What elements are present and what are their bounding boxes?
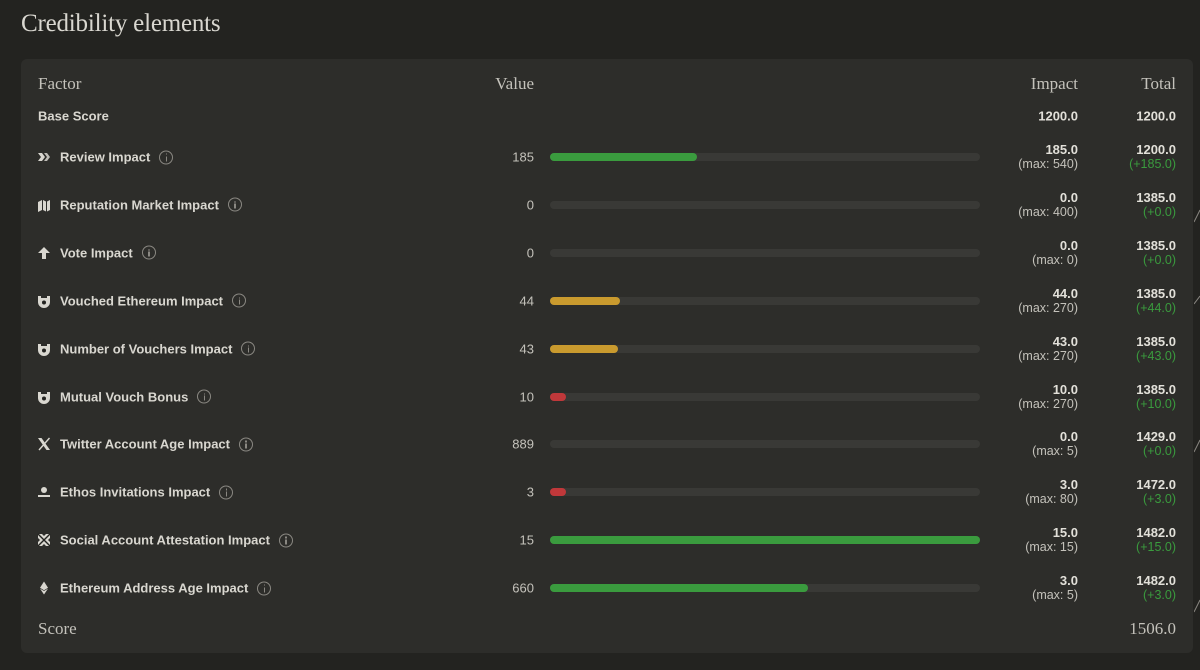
factor-label: Vote Impact: [60, 245, 156, 260]
info-icon[interactable]: [227, 197, 242, 212]
factor-value: 3: [526, 484, 534, 500]
scroll-edge-marks: [1194, 209, 1200, 613]
score-value: 1506.0: [1129, 619, 1176, 638]
x-logo-icon: [37, 437, 51, 451]
header-impact: Impact: [1030, 74, 1078, 93]
factor-total: 1385.0 (+10.0): [1136, 381, 1176, 411]
base-score-label: Base Score: [38, 108, 109, 124]
factor-row-ethos-invitations-impact: Ethos Invitations Impact 3 3.0 (max: 80) 147…: [0, 472, 1200, 512]
factor-total: 1385.0 (+0.0): [1136, 189, 1176, 219]
header-value: Value: [495, 74, 534, 93]
factor-impact: 44.0 (max: 270): [1018, 285, 1078, 315]
info-icon[interactable]: [257, 581, 272, 596]
base-score-row: Base Score 1200.0 1200.0: [0, 96, 1200, 136]
header-total: Total: [1141, 74, 1176, 93]
factor-total: 1472.0 (+3.0): [1136, 477, 1176, 507]
factor-total: 1429.0 (+0.0): [1136, 429, 1176, 459]
progress-fill: [550, 536, 980, 545]
page-title: Credibility elements: [21, 10, 221, 37]
factor-label: Mutual Vouch Bonus: [60, 389, 212, 404]
info-icon[interactable]: [159, 150, 174, 164]
factor-impact: 3.0 (max: 80): [1025, 477, 1078, 507]
factor-value: 889: [512, 436, 534, 452]
progress-fill: [550, 584, 808, 593]
factor-label: Vouched Ethereum Impact: [60, 293, 247, 308]
factor-total: 1482.0 (+3.0): [1136, 573, 1176, 603]
base-score-total: 1200.0: [1136, 108, 1176, 124]
factor-total: 1482.0 (+15.0): [1136, 525, 1176, 555]
factor-impact: 0.0 (max: 0): [1032, 237, 1078, 267]
factor-label: Twitter Account Age Impact: [60, 437, 253, 452]
progress-bar: [550, 153, 980, 161]
factor-total: 1200.0 (+185.0): [1129, 142, 1176, 171]
review-icon: [37, 150, 51, 164]
factor-impact: 185.0 (max: 540): [1018, 142, 1078, 171]
factor-impact: 15.0 (max: 15): [1025, 525, 1078, 555]
header-factor: Factor: [38, 74, 82, 93]
factor-row-number-of-vouchers-impact: Number of Vouchers Impact 43 43.0 (max: 270…: [0, 329, 1200, 369]
progress-fill: [550, 488, 567, 497]
factor-total: 1385.0 (+0.0): [1136, 237, 1176, 267]
progress-bar: [550, 200, 980, 209]
invitation-icon: [37, 485, 51, 499]
vouch-icon: [37, 342, 51, 356]
info-icon[interactable]: [232, 293, 247, 308]
progress-bar: [550, 536, 980, 545]
factor-label: Ethereum Address Age Impact: [60, 581, 272, 596]
market-icon: [37, 198, 51, 212]
progress-bar: [550, 440, 980, 449]
score-label: Score: [38, 619, 77, 638]
factor-label: Number of Vouchers Impact: [60, 341, 256, 356]
factor-value: 43: [519, 341, 534, 357]
factor-total: 1385.0 (+44.0): [1136, 285, 1176, 315]
info-icon[interactable]: [238, 437, 253, 452]
factor-impact: 10.0 (max: 270): [1018, 381, 1078, 411]
info-icon[interactable]: [141, 245, 156, 260]
factor-value: 0: [526, 245, 534, 261]
vouch-icon: [37, 294, 51, 308]
factor-row-vote-impact: Vote Impact 0 0.0 (max: 0) 1385.0 (+0.0): [0, 233, 1200, 273]
info-icon[interactable]: [241, 341, 256, 356]
progress-bar: [550, 584, 980, 593]
progress-fill: [550, 392, 566, 401]
factor-value: 185: [512, 149, 534, 165]
factor-value: 0: [526, 197, 534, 213]
attestation-icon: [37, 533, 51, 547]
factor-value: 44: [519, 293, 534, 309]
info-icon[interactable]: [278, 533, 293, 548]
factor-row-social-account-attestation-impact: Social Account Attestation Impact 15 15.0(…: [0, 520, 1200, 560]
factor-value: 10: [519, 389, 534, 404]
factor-label: Reputation Market Impact: [60, 197, 242, 212]
progress-bar: [550, 488, 980, 497]
progress-bar: [550, 296, 980, 305]
info-icon[interactable]: [219, 485, 234, 500]
progress-bar: [550, 392, 980, 401]
factor-label: Ethos Invitations Impact: [60, 485, 234, 500]
factor-impact: 43.0 (max: 270): [1018, 333, 1078, 363]
factor-row-mutual-vouch-bonus: Mutual Vouch Bonus 10 10.0 (max: 270) 1385.0…: [0, 377, 1200, 417]
progress-bar: [550, 248, 980, 257]
factor-row-review-impact: Review Impact 185 185.0 (max: 540) 1200.0 (+1…: [0, 137, 1200, 177]
arrow-up-icon: [37, 246, 51, 260]
factor-row-vouched-ethereum-impact: Vouched Ethereum Impact 44 44.0 (max: 270) 1…: [0, 281, 1200, 321]
base-score-impact: 1200.0: [1038, 108, 1078, 124]
factor-impact: 0.0 (max: 400): [1018, 189, 1078, 219]
info-icon[interactable]: [197, 389, 212, 404]
vouch-icon: [37, 390, 51, 404]
factor-row-reputation-market-impact: Reputation Market Impact 0 0.0 (max: 400) 13…: [0, 185, 1200, 225]
factor-impact: 3.0 (max: 5): [1032, 573, 1078, 603]
ethereum-icon: [37, 581, 51, 595]
factor-value: 15: [519, 532, 534, 548]
factor-impact: 0.0 (max: 5): [1032, 429, 1078, 459]
progress-fill: [550, 344, 619, 353]
factor-total: 1385.0 (+43.0): [1136, 333, 1176, 363]
factor-row-ethereum-address-age-impact: Ethereum Address Age Impact 660 3.0 (max: 5…: [0, 568, 1200, 608]
progress-fill: [550, 296, 621, 305]
factor-label: Review Impact: [60, 150, 174, 165]
factor-value: 660: [512, 580, 534, 596]
factor-label: Social Account Attestation Impact: [60, 533, 293, 548]
progress-bar: [550, 344, 980, 353]
progress-fill: [550, 153, 698, 161]
factor-row-twitter-account-age-impact: Twitter Account Age Impact 889 0.0 (max: 5)…: [0, 424, 1200, 464]
